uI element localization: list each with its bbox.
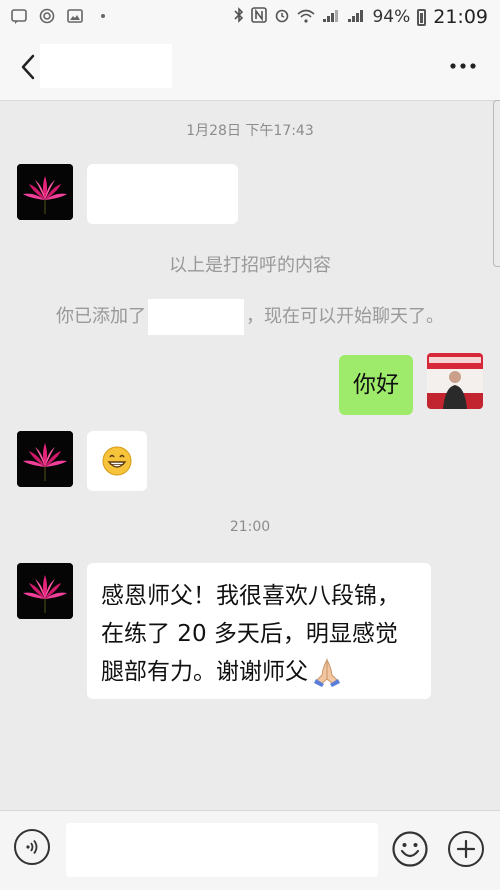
system-message-added: 你已添加了 ，现在可以开始聊天了。 [0, 298, 500, 336]
folded-hands-emoji [310, 657, 344, 687]
timestamp: 1月28日 下午17:43 [186, 123, 314, 139]
status-right-icons: 94% 21:09 [234, 6, 488, 28]
input-bar [0, 810, 500, 890]
avatar-lotus[interactable] [17, 563, 73, 619]
contact-name-redacted [148, 299, 244, 335]
system-added-suffix: ，现在可以开始聊天了。 [246, 306, 444, 327]
outgoing-message-bubble[interactable]: 你好 [339, 355, 413, 415]
battery-icon [417, 8, 427, 26]
plus-icon[interactable] [448, 831, 484, 867]
system-message-greeting: 以上是打招呼的内容 [169, 255, 331, 276]
signal-2g-icon [322, 7, 340, 27]
app-circle-icon [38, 7, 56, 25]
incoming-message-bubble[interactable] [87, 164, 238, 224]
status-time: 21:09 [433, 6, 488, 28]
system-added-prefix: 你已添加了 [56, 306, 146, 327]
lotus-avatar-image [17, 563, 73, 619]
chat-header [0, 34, 500, 101]
avatar-self[interactable] [427, 353, 483, 409]
outgoing-message-text: 你好 [353, 372, 399, 398]
voice-input-icon[interactable] [14, 829, 50, 865]
message-line-with-emoji: 腿部有力。谢谢师父 [101, 653, 431, 691]
incoming-emoji-bubble[interactable] [87, 431, 147, 491]
alarm-icon [274, 7, 290, 27]
message-line: 感恩师父！我很喜欢八段锦， [101, 583, 400, 609]
avatar-lotus[interactable] [17, 164, 73, 220]
lotus-avatar-image [17, 431, 73, 487]
status-bar: 94% 21:09 [0, 0, 500, 34]
more-dots-icon[interactable] [448, 56, 478, 76]
signal-4g-icon [347, 7, 365, 27]
dot-icon [94, 7, 112, 25]
message-line: 在练了 20 多天后，明显感觉 [101, 621, 398, 647]
nfc-icon [251, 7, 268, 27]
message-line-text: 腿部有力。谢谢师父 [101, 659, 308, 685]
status-left-icons [10, 7, 112, 25]
timestamp: 21:00 [229, 519, 271, 535]
grinning-face-emoji [87, 431, 147, 491]
wifi-icon [297, 8, 315, 27]
back-chevron-icon[interactable] [14, 52, 42, 82]
emoji-picker-icon[interactable] [392, 831, 428, 867]
message-input[interactable] [66, 823, 378, 877]
incoming-long-message-bubble[interactable]: 感恩师父！我很喜欢八段锦， 在练了 20 多天后，明显感觉 腿部有力。谢谢师父 [87, 563, 431, 699]
battery-percent: 94% [372, 7, 411, 27]
avatar-lotus[interactable] [17, 431, 73, 487]
message-square-icon [10, 7, 28, 25]
bluetooth-icon [234, 7, 244, 27]
self-avatar-image [427, 353, 483, 409]
chat-title-redacted [40, 44, 172, 88]
lotus-avatar-image [17, 164, 73, 220]
image-icon [66, 7, 84, 25]
